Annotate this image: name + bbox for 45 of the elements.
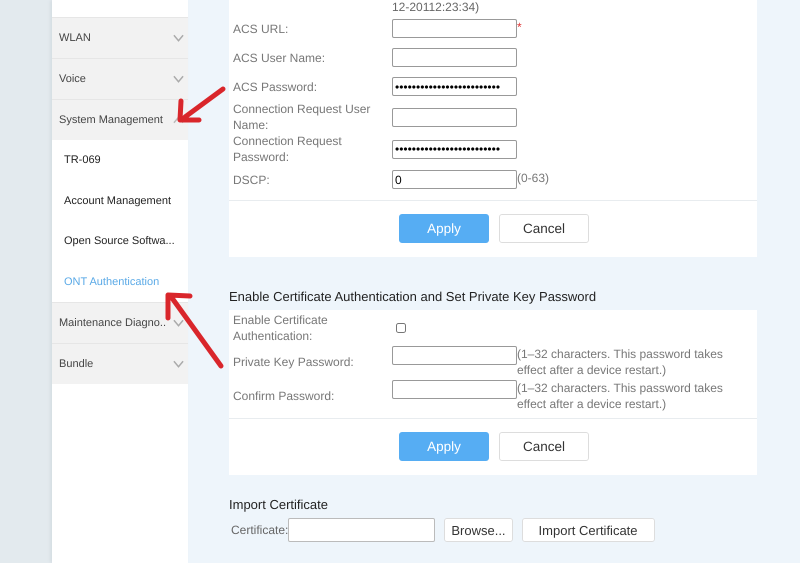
field-label: DSCP: xyxy=(233,172,271,188)
menu-group[interactable]: Voice xyxy=(52,58,188,99)
menu-group[interactable]: Maintenance Diagno.. xyxy=(52,302,188,343)
field-label: Confirm Password: xyxy=(233,388,336,404)
checkbox[interactable] xyxy=(396,323,406,333)
menu-item[interactable]: Open Source Softwa... xyxy=(52,221,188,262)
input-field[interactable]: 0 xyxy=(392,170,517,189)
required-mark: * xyxy=(517,19,522,35)
input-field[interactable] xyxy=(392,48,517,67)
field-label: Connection Request User Name: xyxy=(233,101,372,133)
chevron-down-icon xyxy=(173,319,184,327)
input-field[interactable]: ••••••••••••••••••••••••• xyxy=(392,140,517,158)
hint-text: (1–32 characters. This password takes effect after a device restart.) xyxy=(517,346,724,378)
menu-item[interactable]: TR-069 xyxy=(52,140,188,180)
import-button[interactable]: Import Certificate xyxy=(522,518,655,542)
input-field[interactable] xyxy=(392,19,517,38)
menu-group[interactable]: System Management xyxy=(52,99,188,140)
menu-item[interactable]: Account Management xyxy=(52,180,188,221)
browse-button[interactable]: Browse... xyxy=(444,518,513,542)
cancel-button[interactable]: Cancel xyxy=(499,214,589,243)
field-label: Certificate: xyxy=(231,523,288,537)
menu-group[interactable]: WLAN xyxy=(52,17,188,58)
cancel-button[interactable]: Cancel xyxy=(499,432,589,461)
field-label: Connection Request Password: xyxy=(233,133,343,165)
chevron-down-icon xyxy=(173,360,184,368)
annotation-arrow xyxy=(175,85,227,125)
field-label: ACS URL: xyxy=(233,20,290,36)
chevron-down-icon xyxy=(173,75,184,83)
input-field[interactable] xyxy=(288,518,436,542)
field-label: Enable Certificate Authentication: xyxy=(233,312,329,344)
input-field[interactable] xyxy=(392,346,517,365)
field-label: ACS Password: xyxy=(233,78,318,94)
section-title: Enable Certificate Authentication and Set Private Key Password xyxy=(229,289,598,304)
input-field[interactable] xyxy=(392,108,517,126)
field-label: Private Key Password: xyxy=(233,354,355,370)
menu-group[interactable]: Bundle xyxy=(52,343,188,384)
hint-text: (1–32 characters. This password takes effect after a device restart.) xyxy=(517,380,724,412)
input-field[interactable]: ••••••••••••••••••••••••• xyxy=(392,77,517,96)
field-value: 12-20112:23:34) xyxy=(392,0,480,14)
chevron-up-icon xyxy=(173,116,184,124)
section-title: Import Certificate xyxy=(229,497,329,512)
input-field[interactable] xyxy=(392,380,517,399)
field-label: ACS User Name: xyxy=(233,50,326,66)
hint-text: (0-63) xyxy=(517,170,550,186)
chevron-down-icon xyxy=(173,34,184,42)
